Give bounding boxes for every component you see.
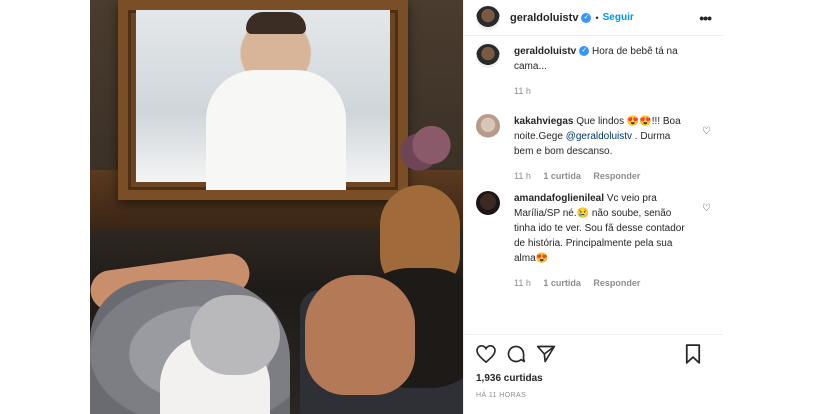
comment-item: kakahviegas Que lindos 😍😍!!! Boa noite.G…: [476, 114, 711, 181]
avatar[interactable]: [476, 5, 500, 30]
post-photo: [90, 0, 463, 414]
comment-time[interactable]: 11 h: [514, 278, 531, 288]
caption-username[interactable]: geraldoluistv: [514, 46, 576, 57]
header-username[interactable]: geraldoluistv: [510, 12, 578, 24]
comments-list: geraldoluistv ✓ Hora de bebê tá na cama..…: [464, 36, 723, 334]
comment-likes[interactable]: 1 curtida: [543, 171, 581, 181]
reply-button[interactable]: Responder: [593, 171, 640, 181]
verified-icon: ✓: [579, 46, 590, 57]
comment-item: amandafoglienileal Vc veio pra Marília/S…: [476, 191, 711, 288]
post-modal: geraldoluistv ✓ • Seguir ••• geraldoluis…: [90, 0, 723, 414]
caption-time[interactable]: 11 h: [514, 86, 531, 96]
comment-username[interactable]: kakahviegas: [514, 116, 574, 127]
avatar[interactable]: [476, 191, 500, 215]
mention-link[interactable]: @geraldoluistv: [566, 131, 632, 142]
action-bar: 1,936 curtidas HÁ 11 HORAS: [464, 334, 723, 414]
post-timestamp[interactable]: HÁ 11 HORAS: [476, 392, 711, 399]
verified-icon: ✓: [581, 12, 592, 23]
heart-icon[interactable]: ♡: [702, 126, 711, 137]
heart-icon[interactable]: [476, 345, 496, 363]
separator-dot: •: [595, 12, 599, 23]
reply-button[interactable]: Responder: [593, 278, 640, 288]
comment-icon[interactable]: [506, 344, 526, 364]
comment-likes[interactable]: 1 curtida: [543, 278, 581, 288]
comment-username[interactable]: amandafoglienileal: [514, 193, 604, 204]
bookmark-icon[interactable]: [685, 344, 701, 364]
caption: geraldoluistv ✓ Hora de bebê tá na cama..…: [476, 44, 711, 96]
picture-frame: [118, 0, 408, 200]
man-face: [305, 275, 415, 395]
more-options-icon[interactable]: •••: [699, 10, 712, 26]
avatar[interactable]: [476, 44, 500, 68]
heart-icon[interactable]: ♡: [702, 203, 711, 214]
comments-panel: geraldoluistv ✓ • Seguir ••• geraldoluis…: [463, 0, 723, 414]
share-icon[interactable]: [536, 344, 556, 364]
likes-count[interactable]: 1,936 curtidas: [476, 373, 711, 384]
follow-button[interactable]: Seguir: [603, 12, 634, 23]
post-header: geraldoluistv ✓ • Seguir •••: [464, 0, 723, 36]
avatar[interactable]: [476, 114, 500, 138]
comment-time[interactable]: 11 h: [514, 171, 531, 181]
